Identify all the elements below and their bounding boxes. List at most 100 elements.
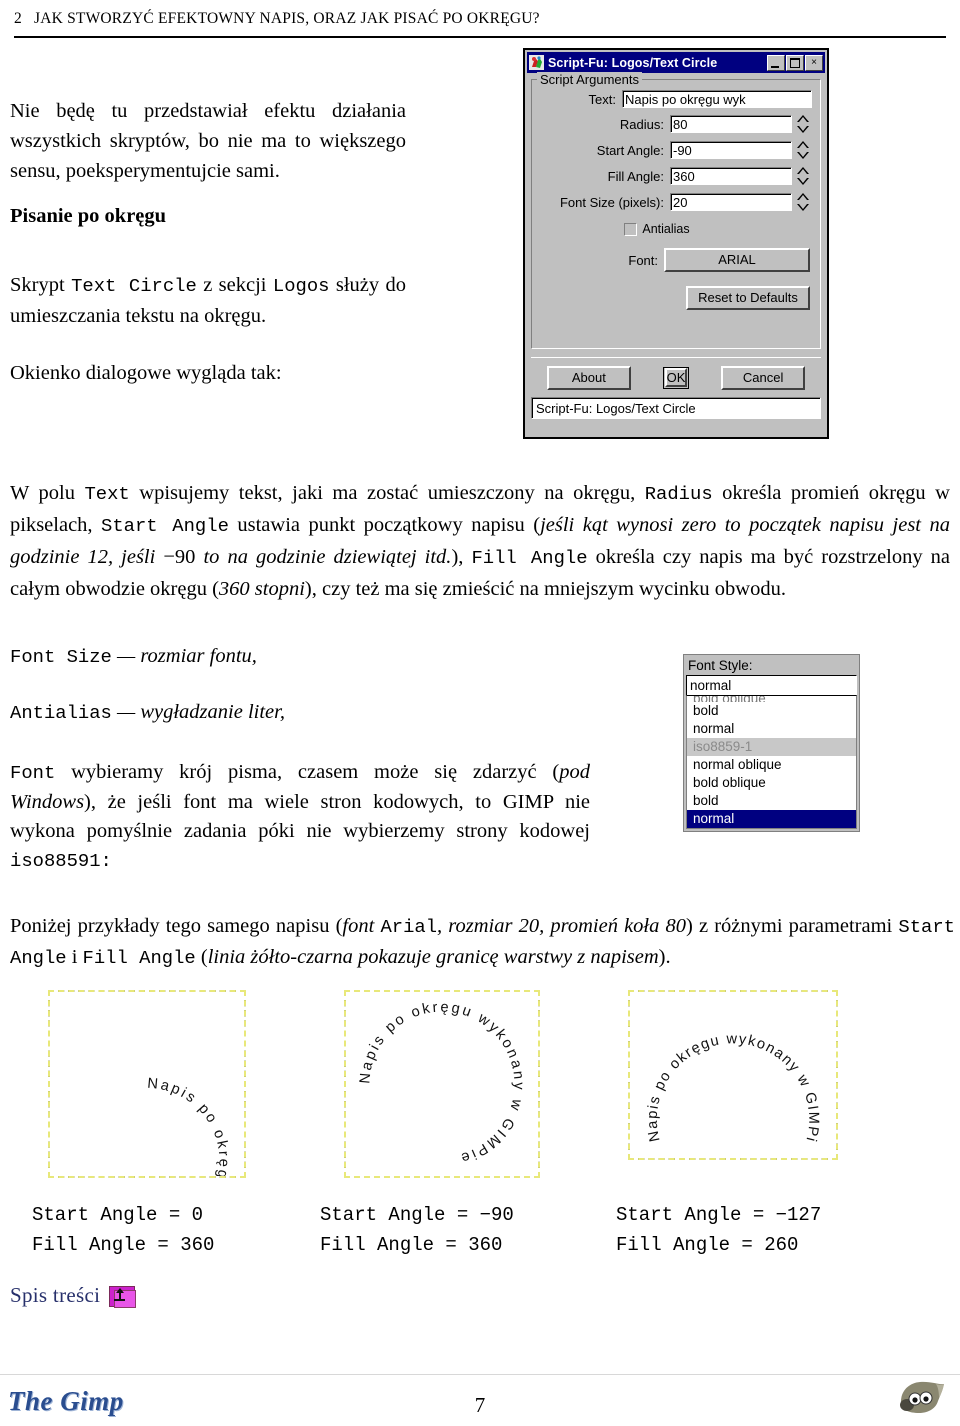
- skrypt-paragraph: Skrypt Text Circle z sekcji Logos służy …: [10, 270, 406, 331]
- caption-line-1: Start Angle = −90: [320, 1204, 514, 1226]
- field-row-radius: Radius: 80: [540, 114, 812, 134]
- label-text: Text:: [588, 91, 616, 107]
- body-paragraph-text: W polu Text wpisujemy tekst, jaki ma zos…: [10, 478, 950, 605]
- circle-text-2-label: Napis po okręgu wykonany w GIMPie: [357, 999, 526, 1166]
- code-logos: Logos: [272, 275, 330, 297]
- reset-row: Reset to Defaults: [540, 286, 812, 310]
- font-size-input[interactable]: 20: [670, 193, 792, 211]
- def-font-b: ), że jeśli font ma wiele stron kodowych…: [10, 791, 590, 842]
- field-row-text: Text: Napis po okręgu wyk: [540, 90, 812, 108]
- antialias-checkbox[interactable]: [624, 222, 638, 236]
- label-radius: Radius:: [619, 116, 664, 132]
- circle-text-1-label: Napis po okręgu wykonany w GIMPie: [65, 1076, 232, 1176]
- def-font-code-iso: iso88591:: [10, 850, 112, 872]
- el-d: (: [195, 946, 208, 968]
- label-font-size: Font Size (pixels):: [559, 194, 664, 210]
- el-ital-legend: linia żółto-czarna pokazuje granicę wars…: [207, 946, 659, 968]
- skrypt-mid: z sekcji: [196, 274, 273, 296]
- font-style-entry[interactable]: normal: [686, 675, 857, 696]
- window-controls[interactable]: ×: [767, 54, 823, 71]
- page-title: JAK STWORZYĆ EFEKTOWNY NAPIS, ORAZ JAK P…: [34, 10, 540, 27]
- code-text: Text: [84, 483, 130, 505]
- def-desc-font-size: — rozmiar fontu,: [111, 645, 257, 667]
- list-item[interactable]: normal oblique: [687, 756, 856, 774]
- text-input[interactable]: Napis po okręgu wyk: [622, 90, 812, 108]
- list-item-selected[interactable]: normal: [687, 810, 856, 828]
- list-item[interactable]: normal: [687, 720, 856, 738]
- list-item[interactable]: bold: [687, 702, 856, 720]
- example-2-image: Napis po okręgu wykonany w GIMPie: [344, 990, 540, 1178]
- font-button[interactable]: ARIAL: [664, 248, 810, 272]
- example-2-caption: Start Angle = −90 Fill Angle = 360: [320, 1200, 514, 1260]
- bp-b: wpisujemy tekst, jaki ma zostać umieszcz…: [129, 482, 645, 504]
- code-radius: Radius: [644, 483, 713, 505]
- dialog-titlebar[interactable]: Script-Fu: Logos/Text Circle ×: [527, 52, 825, 73]
- code-fill-angle: Fill Angle: [471, 547, 588, 569]
- font-style-widget[interactable]: Font Style: normal bold oblique bold nor…: [683, 654, 860, 832]
- chapter-number: 2: [14, 10, 22, 27]
- bp-ital-3: 360 stopni: [218, 578, 305, 600]
- label-start-angle: Start Angle:: [596, 142, 664, 158]
- bp-minus90: −90: [163, 546, 196, 568]
- minimize-button[interactable]: [767, 54, 785, 71]
- examples-lead-paragraph: Poniżej przykłady tego samego napisu (fo…: [10, 911, 955, 973]
- group-legend: Script Arguments: [537, 72, 642, 87]
- list-item-iso8859-1[interactable]: iso8859-1: [687, 738, 856, 756]
- cancel-button[interactable]: Cancel: [721, 366, 806, 390]
- caption-line-2: Fill Angle = 360: [32, 1234, 215, 1256]
- antialias-row[interactable]: Antialias: [540, 222, 812, 236]
- bp-e: ),: [451, 546, 472, 568]
- circle-text-2: Napis po okręgu wykonany w GIMPie: [357, 999, 526, 1166]
- font-style-label: Font Style:: [688, 658, 753, 673]
- radius-input[interactable]: 80: [670, 115, 792, 133]
- reset-to-defaults-button[interactable]: Reset to Defaults: [686, 286, 810, 310]
- label-font: Font:: [628, 252, 658, 268]
- page-number: 7: [474, 1393, 486, 1417]
- definition-antialias: Antialias — wygładzanie liter,: [10, 701, 285, 724]
- el-c: i: [66, 946, 83, 968]
- font-size-spinner[interactable]: [796, 192, 812, 212]
- label-fill-angle: Fill Angle:: [607, 168, 664, 184]
- header-rule: [14, 36, 946, 38]
- wilber-mascot-icon: [896, 1378, 948, 1420]
- dialog-statusbar: Script-Fu: Logos/Text Circle: [531, 397, 821, 419]
- ok-button[interactable]: OK: [664, 368, 688, 387]
- list-item[interactable]: bold oblique: [687, 774, 856, 792]
- font-style-list[interactable]: bold oblique bold normal iso8859-1 norma…: [686, 695, 857, 829]
- start-angle-spinner[interactable]: [796, 140, 812, 160]
- document-page: 2 JAK STWORZYĆ EFEKTOWNY NAPIS, ORAZ JAK …: [0, 0, 960, 1426]
- el-a: Poniżej przykłady tego samego napisu (: [10, 915, 343, 937]
- about-button[interactable]: About: [546, 366, 631, 390]
- section-heading: Pisanie po okręgu: [10, 205, 167, 227]
- bp-a: W polu: [10, 482, 85, 504]
- ok-button-default-frame: OK: [662, 367, 690, 389]
- start-angle-input[interactable]: -90: [670, 141, 792, 159]
- fill-angle-spinner[interactable]: [796, 166, 812, 186]
- caption-line-1: Start Angle = 0: [32, 1204, 204, 1226]
- def-desc-antialias: — wygładzanie liter,: [111, 701, 285, 723]
- el-ital-font: font: [342, 915, 381, 937]
- bp-ital-2: to na godzinie dziewiątej itd.: [195, 546, 452, 568]
- circle-text-3-label: Napis po okręgu wykonany w GIMPie: [630, 992, 821, 1144]
- dialog-action-bar: About OK Cancel: [531, 357, 821, 390]
- fill-angle-input[interactable]: 360: [670, 167, 792, 185]
- list-item[interactable]: bold: [687, 792, 856, 810]
- table-of-contents-link[interactable]: Spis treści: [10, 1283, 137, 1308]
- definition-font: Font wybieramy krój pisma, czasem może s…: [10, 758, 590, 876]
- circle-text-1: Napis po okręgu wykonany w GIMPie: [65, 1076, 232, 1176]
- script-fu-dialog[interactable]: Script-Fu: Logos/Text Circle × Script Ar…: [523, 48, 829, 439]
- el-code-arial: Arial: [380, 916, 438, 938]
- circle-text-3: Napis po okręgu wykonany w GIMPie: [630, 992, 821, 1144]
- def-code-font-size: Font Size: [10, 646, 112, 668]
- maximize-button[interactable]: [786, 54, 804, 71]
- intro-text: Nie będę tu przedstawiał efektu działani…: [10, 100, 406, 182]
- close-button[interactable]: ×: [805, 54, 823, 71]
- folder-up-icon[interactable]: [109, 1285, 137, 1308]
- bp-d: ustawia punkt początkowy napisu (: [228, 514, 541, 536]
- el-code-fill-angle: Fill Angle: [82, 947, 196, 969]
- examples-lead-text: Poniżej przykłady tego samego napisu (fo…: [10, 911, 955, 973]
- body-paragraph: W polu Text wpisujemy tekst, jaki ma zos…: [10, 478, 950, 605]
- example-3-image: Napis po okręgu wykonany w GIMPie: [628, 990, 838, 1160]
- caption-line-2: Fill Angle = 360: [320, 1234, 503, 1256]
- radius-spinner[interactable]: [796, 114, 812, 134]
